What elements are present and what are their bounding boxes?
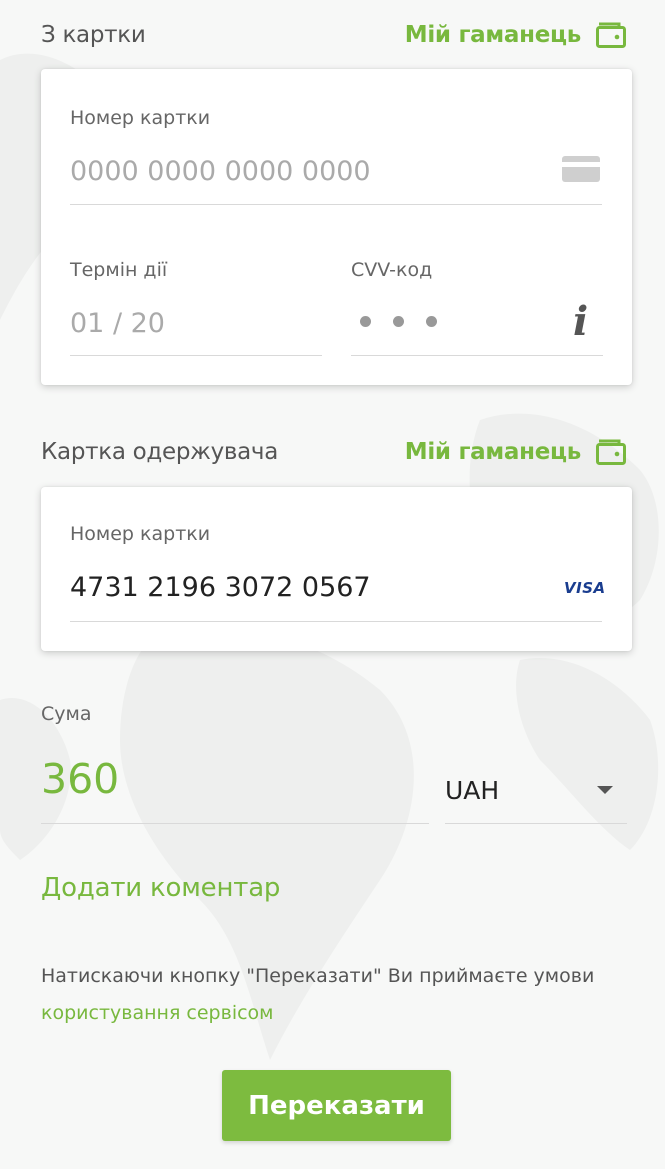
cvv-dot bbox=[360, 316, 371, 327]
cvv-label: CVV-код bbox=[351, 259, 433, 281]
wallet-link-label: Мій гаманець bbox=[404, 439, 582, 465]
amount-underline bbox=[41, 823, 429, 824]
wallet-link-label: Мій гаманець bbox=[404, 22, 582, 48]
chevron-down-icon bbox=[597, 786, 613, 794]
from-card-number-underline bbox=[70, 204, 602, 205]
to-card-number-input[interactable] bbox=[70, 567, 540, 607]
terms-text: Натискаючи кнопку "Переказати" Ви прийма… bbox=[41, 958, 627, 1032]
to-card-panel: Номер картки VISA bbox=[41, 487, 632, 651]
cvv-dot bbox=[426, 316, 437, 327]
terms-link[interactable]: користування сервісом bbox=[41, 1002, 274, 1024]
to-card-number-underline bbox=[70, 621, 602, 622]
amount-label: Сума bbox=[41, 703, 92, 725]
expiry-label: Термін дії bbox=[70, 259, 168, 281]
currency-underline bbox=[445, 823, 627, 824]
terms-body: Натискаючи кнопку "Переказати" Ви прийма… bbox=[41, 965, 595, 987]
expiry-underline bbox=[70, 355, 322, 356]
to-card-number-label: Номер картки bbox=[70, 523, 211, 545]
from-card-header: З картки Мій гаманець bbox=[41, 17, 627, 53]
from-card-panel: Номер картки Термін дії CVV-код i bbox=[41, 69, 632, 385]
from-card-number-label: Номер картки bbox=[70, 107, 211, 129]
wallet-icon bbox=[596, 439, 626, 465]
transfer-button[interactable]: Переказати bbox=[222, 1070, 451, 1141]
to-card-title: Картка одержувача bbox=[41, 439, 279, 465]
card-icon bbox=[562, 156, 600, 182]
currency-value: UAH bbox=[445, 775, 500, 805]
from-card-number-input[interactable] bbox=[70, 151, 540, 191]
wallet-icon bbox=[596, 22, 626, 48]
to-card-header: Картка одержувача Мій гаманець bbox=[41, 434, 627, 470]
expiry-input[interactable] bbox=[70, 303, 320, 343]
from-card-title: З картки bbox=[41, 22, 146, 48]
info-icon[interactable]: i bbox=[573, 302, 588, 342]
cvv-input[interactable] bbox=[360, 316, 437, 327]
from-card-wallet-link[interactable]: Мій гаманець bbox=[405, 21, 627, 49]
cvv-underline bbox=[351, 355, 603, 356]
add-comment-link[interactable]: Додати коментар bbox=[41, 873, 280, 903]
transfer-form: З картки Мій гаманець Номер картки Термі… bbox=[0, 0, 665, 1169]
visa-logo: VISA bbox=[564, 579, 606, 597]
currency-select[interactable]: UAH bbox=[445, 774, 627, 806]
cvv-dot bbox=[393, 316, 404, 327]
amount-input[interactable]: 360 bbox=[41, 755, 119, 803]
to-card-wallet-link[interactable]: Мій гаманець bbox=[405, 438, 627, 466]
